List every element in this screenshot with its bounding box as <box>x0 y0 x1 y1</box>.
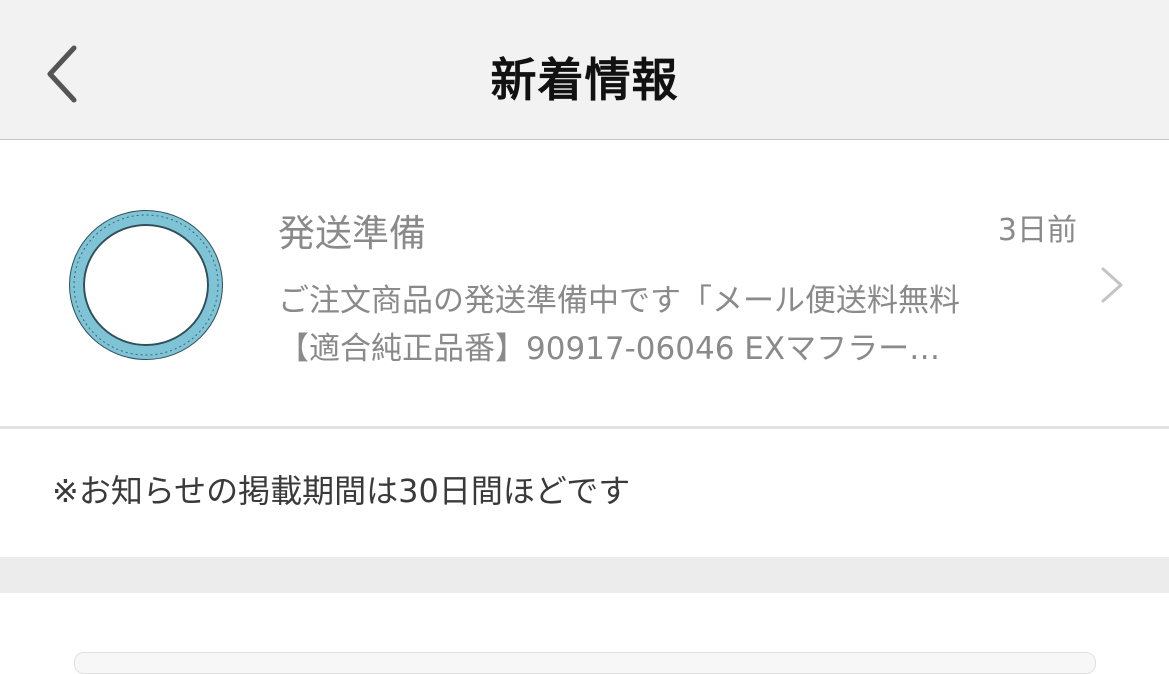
notification-body-line2: 【適合純正品番】90917-06046 EXマフラー… <box>278 331 941 367</box>
gasket-ring-image <box>69 210 223 360</box>
notification-time: 3日前 <box>997 213 1077 248</box>
header-bar: 新着情報 <box>0 0 1169 140</box>
page-title: 新着情報 <box>490 53 679 107</box>
notification-body: ご注文商品の発送準備中です「メール便送料無料 【適合純正品番】90917-060… <box>278 277 1078 373</box>
bottom-card <box>74 652 1096 674</box>
notification-title: 発送準備 <box>278 212 426 255</box>
section-divider <box>0 557 1169 593</box>
chevron-right-icon <box>1101 267 1123 303</box>
retention-note: ※お知らせの掲載期間は30日間ほどです <box>52 472 631 510</box>
notification-item[interactable]: 発送準備 3日前 ご注文商品の発送準備中です「メール便送料無料 【適合純正品番】… <box>0 141 1169 429</box>
notification-body-line1: ご注文商品の発送準備中です「メール便送料無料 <box>278 283 960 319</box>
product-thumbnail <box>60 203 228 363</box>
